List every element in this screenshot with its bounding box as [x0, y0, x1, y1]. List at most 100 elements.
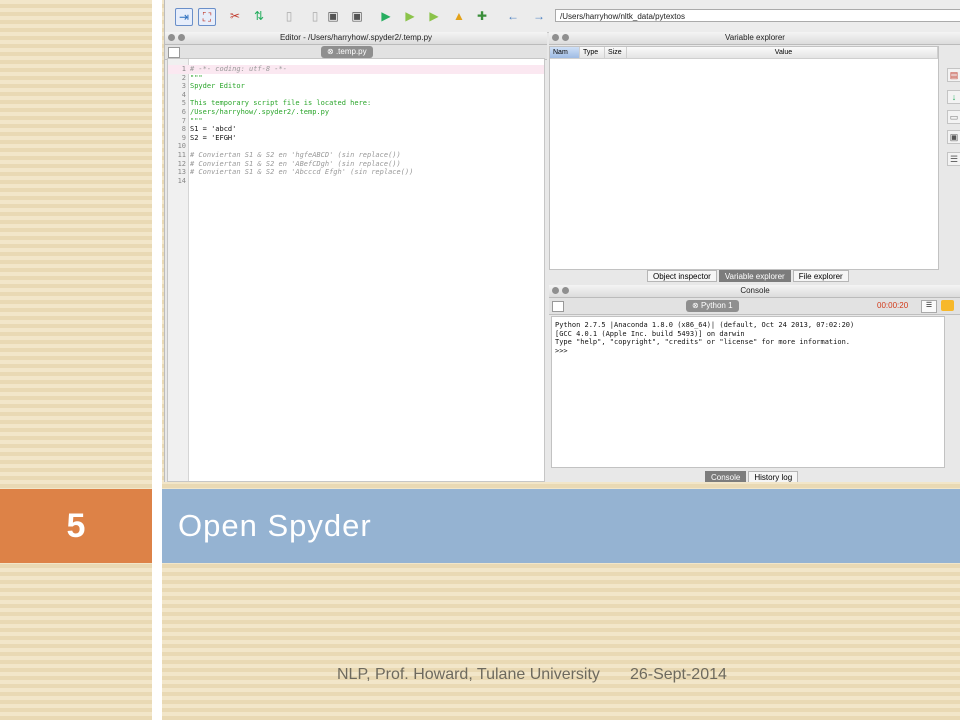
tab-history-log[interactable]: History log — [748, 471, 799, 482]
code-line[interactable]: 11 # Conviertan S1 & S2 en 'hgfeABCD' (si… — [168, 151, 544, 160]
code-text: /Users/harryhow/.spyder2/.temp.py — [190, 108, 330, 116]
line-number: 12 — [177, 159, 186, 168]
line-number: 4 — [181, 90, 186, 99]
line-number: 6 — [181, 108, 186, 116]
save-data-icon[interactable]: ↓ — [947, 90, 960, 104]
console-tabbar: ⊗ Python 1 00:00:20 ☰ — [549, 298, 960, 315]
stop-console-icon[interactable] — [941, 300, 954, 311]
slide-number: 5 — [66, 506, 86, 545]
new-file-icon[interactable]: ▯ — [281, 8, 297, 24]
code-text: """ — [190, 73, 203, 82]
code-line[interactable]: 6/Users/harryhow/.spyder2/.temp.py — [168, 108, 544, 117]
line-number: 7 — [181, 116, 186, 125]
forward-arrow-icon[interactable]: → — [531, 8, 547, 24]
tab-object-inspector[interactable]: Object inspector — [647, 270, 717, 282]
code-editor[interactable]: 1 # -*- coding: utf-8 -*- 2 """ 3 Spyder Edit… — [167, 58, 545, 482]
console-title: Console — [549, 285, 960, 298]
code-text: # -*- coding: utf-8 -*- — [190, 65, 287, 73]
slide-divider-line — [152, 0, 162, 720]
python-path-icon[interactable]: ⇅ — [251, 8, 267, 24]
console-tab-python[interactable]: ⊗ Python 1 — [686, 300, 739, 312]
run-file-icon[interactable]: ▶ — [378, 8, 394, 24]
run-selection-icon[interactable]: ▶ — [402, 8, 418, 24]
console-options-icon[interactable]: ☰ — [921, 300, 937, 313]
code-text: # Conviertan S1 & S2 en 'Abcccd Efgh' (s… — [190, 168, 414, 177]
open-file-icon[interactable]: ▯ — [307, 8, 323, 24]
run-config-icon[interactable]: ▶ — [426, 8, 442, 24]
slide-number-box: 5 — [0, 489, 152, 563]
console-bottom-tabs: Console History log — [705, 471, 799, 482]
pane-controls[interactable] — [552, 287, 569, 294]
debug-icon[interactable]: ▲ — [451, 8, 467, 24]
tools-icon[interactable]: ✂ — [227, 8, 243, 24]
close-tab-icon[interactable]: ⊗ — [692, 301, 701, 310]
line-number: 13 — [177, 168, 186, 177]
column-header-size[interactable]: Size — [605, 47, 627, 59]
line-number: 5 — [181, 99, 186, 108]
code-line[interactable]: 7 """ — [168, 117, 544, 126]
slide-title: Open Spyder — [178, 508, 372, 543]
browse-tabs-icon[interactable] — [168, 47, 180, 58]
variable-explorer-pane: Variable explorer Nam Type Size Value ▤ … — [549, 32, 960, 284]
editor-pane-title: Editor - /Users/harryhow/.spyder2/.temp.… — [165, 32, 547, 45]
line-number: 10 — [177, 142, 186, 151]
tab-console[interactable]: Console — [705, 471, 747, 482]
options-icon[interactable]: ☰ — [947, 152, 960, 166]
pane-controls[interactable] — [552, 34, 569, 41]
import-data-icon[interactable]: ▤ — [947, 68, 960, 82]
code-text: """ — [190, 116, 203, 125]
line-number: 8 — [181, 125, 186, 134]
code-text: # Conviertan S1 & S2 en 'ABefCDgh' (sin … — [190, 159, 401, 168]
tab-file-explorer[interactable]: File explorer — [792, 270, 849, 282]
disk-icon[interactable]: ▣ — [947, 130, 960, 144]
editor-tab-temp[interactable]: ⊗ .temp.py — [321, 46, 373, 58]
back-arrow-icon[interactable]: ← — [505, 8, 521, 24]
code-line[interactable]: 10 — [168, 142, 544, 151]
code-line[interactable]: 13 # Conviertan S1 & S2 en 'Abcccd Efgh' … — [168, 168, 544, 177]
code-line[interactable]: 12 # Conviertan S1 & S2 en 'ABefCDgh' (si… — [168, 160, 544, 169]
pane-controls[interactable] — [168, 34, 185, 41]
close-tab-icon[interactable]: ⊗ — [327, 47, 336, 56]
step-icon[interactable]: ✚ — [474, 8, 490, 24]
editor-title-text: Editor - /Users/harryhow/.spyder2/.temp.… — [279, 33, 433, 42]
code-line[interactable]: 1 # -*- coding: utf-8 -*- — [168, 65, 544, 74]
console-output[interactable]: Python 2.7.5 |Anaconda 1.8.0 (x86_64)| (… — [551, 316, 945, 468]
slide-footer: NLP, Prof. Howard, Tulane University 26-… — [337, 666, 727, 684]
column-header-value[interactable]: Value — [627, 47, 938, 59]
variable-table[interactable]: Nam Type Size Value — [549, 46, 939, 270]
line-number: 2 — [181, 73, 186, 82]
footer-author: NLP, Prof. Howard, Tulane University — [337, 666, 600, 683]
run-icon[interactable]: ⇥ — [175, 8, 193, 26]
fullscreen-icon[interactable]: ⛶ — [198, 8, 216, 26]
code-line[interactable]: 8 S1 = 'abcd' — [168, 125, 544, 134]
line-number: 11 — [177, 151, 186, 159]
code-line[interactable]: 4 — [168, 91, 544, 100]
save-all-icon[interactable]: ▣ — [349, 8, 365, 24]
line-number: 9 — [181, 133, 186, 142]
tab-variable-explorer[interactable]: Variable explorer — [718, 270, 791, 282]
working-directory-input[interactable]: /Users/harryhow/nltk_data/pytextos — [555, 9, 960, 22]
slide-title-bar: Open Spyder — [162, 489, 960, 563]
code-text: S2 = 'EFGH' — [190, 133, 237, 142]
spyder-window: ⇥⛶✂⇅▯▯▣▣▶▶▶▲✚←→▬◆ /Users/harryhow/nltk_d… — [164, 0, 960, 482]
code-line[interactable]: 14 — [168, 177, 544, 186]
code-line[interactable]: 9 S2 = 'EFGH' — [168, 134, 544, 143]
line-number: 3 — [181, 82, 186, 91]
variable-explorer-title: Variable explorer — [549, 32, 960, 45]
code-line[interactable]: 5 This temporary script file is located h… — [168, 99, 544, 108]
code-line[interactable]: 2 """ — [168, 74, 544, 83]
code-text: S1 = 'abcd' — [190, 125, 237, 134]
footer-date: 26-Sept-2014 — [629, 666, 727, 683]
save-as-icon[interactable]: ▭ — [947, 110, 960, 124]
column-header-name[interactable]: Nam — [550, 47, 580, 59]
code-text: Spyder Editor — [190, 82, 245, 91]
code-line[interactable]: 3 Spyder Editor — [168, 82, 544, 91]
console-pane: Console ⊗ Python 1 00:00:20 ☰ Python 2.7… — [549, 285, 960, 482]
column-header-type[interactable]: Type — [580, 47, 605, 59]
code-text: # Conviertan S1 & S2 en 'hgfeABCD' (sin … — [190, 151, 401, 159]
browse-tabs-icon[interactable] — [552, 301, 564, 312]
line-number: 14 — [177, 176, 186, 185]
console-timer: 00:00:20 — [877, 301, 909, 310]
right-pane-tabs: Object inspector Variable explorer File … — [647, 270, 849, 282]
save-icon[interactable]: ▣ — [325, 8, 341, 24]
